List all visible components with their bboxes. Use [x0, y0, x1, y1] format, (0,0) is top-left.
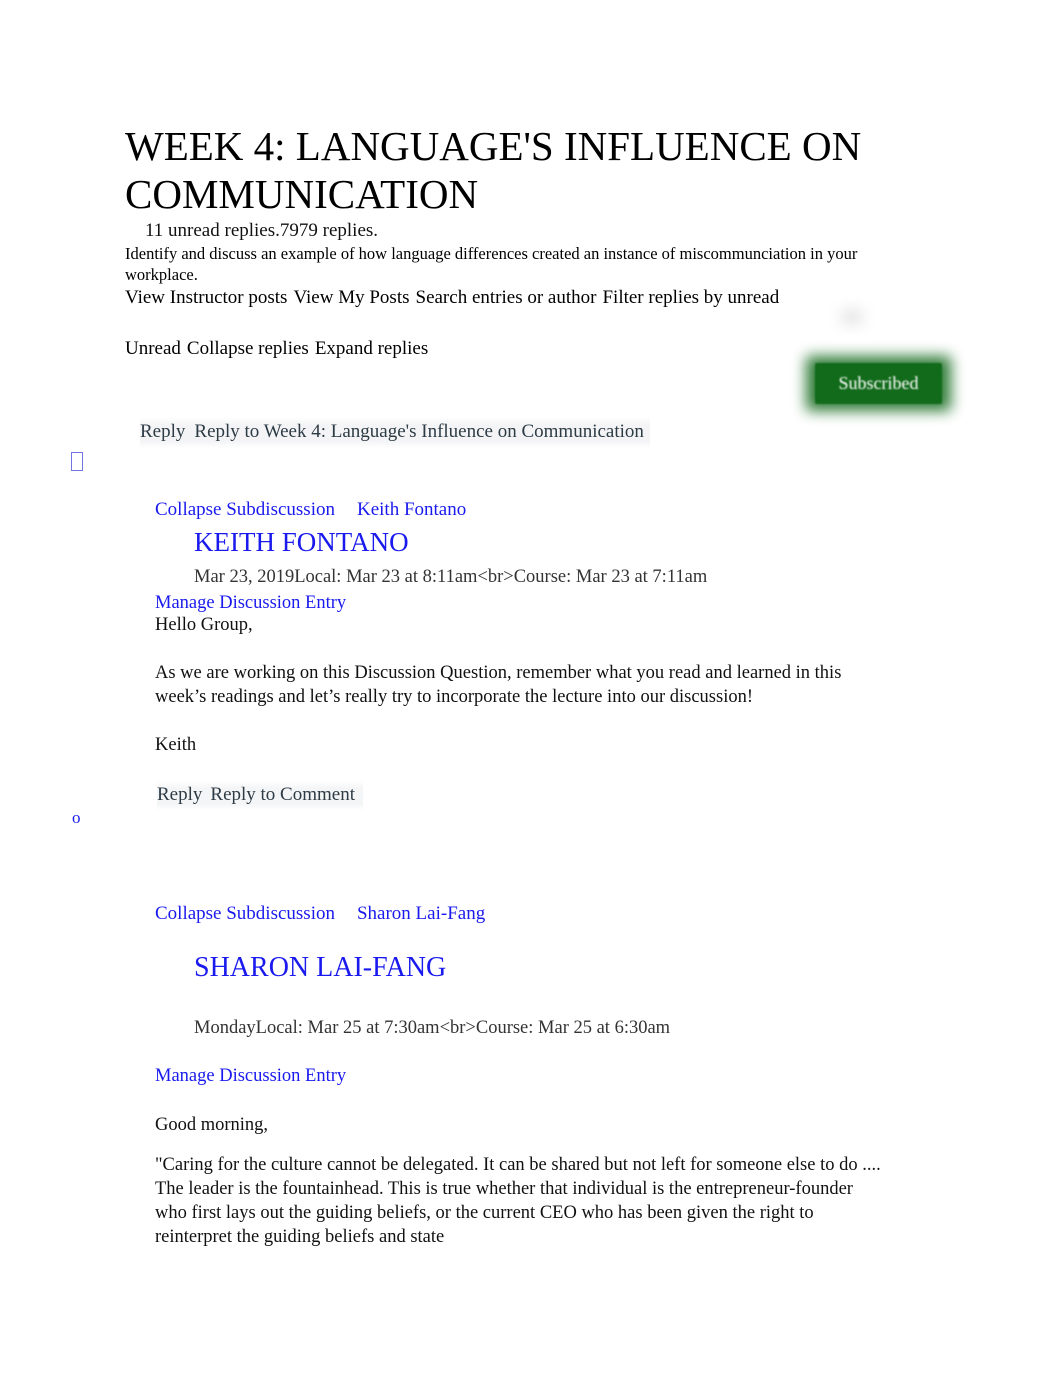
reply-button[interactable]: Reply [140, 421, 185, 442]
discussion-toolbar-primary: View Instructor posts View My Posts Search… [125, 286, 779, 310]
entry-timestamp-sharon: MondayLocal: Mar 25 at 7:30am<br>Course:… [194, 1018, 671, 1038]
author-link-keith[interactable]: Keith Fontano [357, 498, 466, 522]
discussion-entry-sharon-lai-fang: Collapse Subdiscussion Sharon Lai-Fang [155, 902, 485, 926]
view-my-posts-button[interactable]: View My Posts [293, 287, 409, 308]
scan-artifact [832, 300, 872, 334]
unread-filter-label[interactable]: Unread [125, 338, 181, 359]
entry-header-keith: Collapse Subdiscussion Keith Fontano [155, 498, 466, 522]
manage-discussion-entry-keith[interactable]: Manage Discussion Entry [155, 591, 346, 615]
entry-header-sharon: Collapse Subdiscussion Sharon Lai-Fang [155, 902, 485, 926]
filter-replies-checkbox[interactable]: Filter replies by unread [602, 287, 779, 308]
entry-body-line: As we are working on this Discussion Que… [155, 663, 842, 707]
entry-body-spacer [155, 637, 895, 661]
discussion-toolbar-secondary: Unread Collapse replies Expand replies [125, 337, 434, 361]
collapse-replies-button[interactable]: Collapse replies [187, 338, 309, 359]
entry-body-spacer [155, 1137, 885, 1153]
entry-body-line: "Caring for the culture cannot be delega… [155, 1155, 881, 1247]
subscribe-control: Subscribed [806, 356, 951, 411]
discussion-entry-keith-fontano: Collapse Subdiscussion Keith Fontano [155, 498, 466, 522]
reply-button[interactable]: Reply [157, 784, 202, 805]
author-heading-keith: KEITH FONTANO [194, 527, 409, 557]
reply-to-topic-link[interactable]: Reply to Week 4: Language's Influence on… [194, 421, 644, 442]
entry-body-line: Keith [155, 735, 197, 755]
author-link-sharon[interactable]: Sharon Lai-Fang [357, 902, 485, 926]
missing-glyph-bullet-icon [71, 452, 83, 471]
unread-replies-status: 11 unread replies.7979 replies. [145, 219, 378, 243]
expand-replies-button[interactable]: Expand replies [315, 338, 428, 359]
circle-bullet-icon: o [72, 808, 81, 827]
collapse-subdiscussion-button[interactable]: Collapse Subdiscussion [155, 902, 335, 926]
collapse-subdiscussion-button[interactable]: Collapse Subdiscussion [155, 498, 335, 522]
discussion-prompt: Identify and discuss an example of how l… [125, 244, 858, 284]
discussion-page: WEEK 4: LANGUAGE'S INFLUENCE ON COMMUNIC… [0, 0, 1062, 1377]
reply-to-comment-link[interactable]: Reply to Comment [210, 784, 355, 805]
entry-timestamp-keith: Mar 23, 2019Local: Mar 23 at 8:11am<br>C… [194, 567, 708, 587]
reply-count: 7979 [279, 220, 318, 241]
entry-body-line: Hello Group, [155, 615, 253, 635]
entry-body-sharon: Good morning, "Caring for the culture ca… [155, 1113, 885, 1249]
root-reply-row[interactable]: Reply Reply to Week 4: Language's Influen… [140, 417, 650, 448]
reply-row-keith[interactable]: Reply Reply to Comment [157, 781, 363, 810]
manage-discussion-entry-sharon[interactable]: Manage Discussion Entry [155, 1064, 346, 1088]
entry-body-spacer [155, 709, 895, 733]
unread-count-text: 11 unread replies. [145, 220, 280, 241]
page-title: WEEK 4: LANGUAGE'S INFLUENCE ON COMMUNIC… [125, 123, 862, 217]
subscribed-button[interactable]: Subscribed [815, 363, 942, 404]
entry-body-line: Good morning, [155, 1115, 269, 1135]
view-instructor-posts-button[interactable]: View Instructor posts [125, 287, 287, 308]
search-input[interactable]: Search entries or author [416, 287, 597, 308]
replies-suffix: replies. [317, 220, 379, 241]
author-heading-sharon: SHARON LAI-FANG [194, 952, 447, 983]
entry-body-keith: Hello Group, As we are working on this D… [155, 613, 895, 757]
